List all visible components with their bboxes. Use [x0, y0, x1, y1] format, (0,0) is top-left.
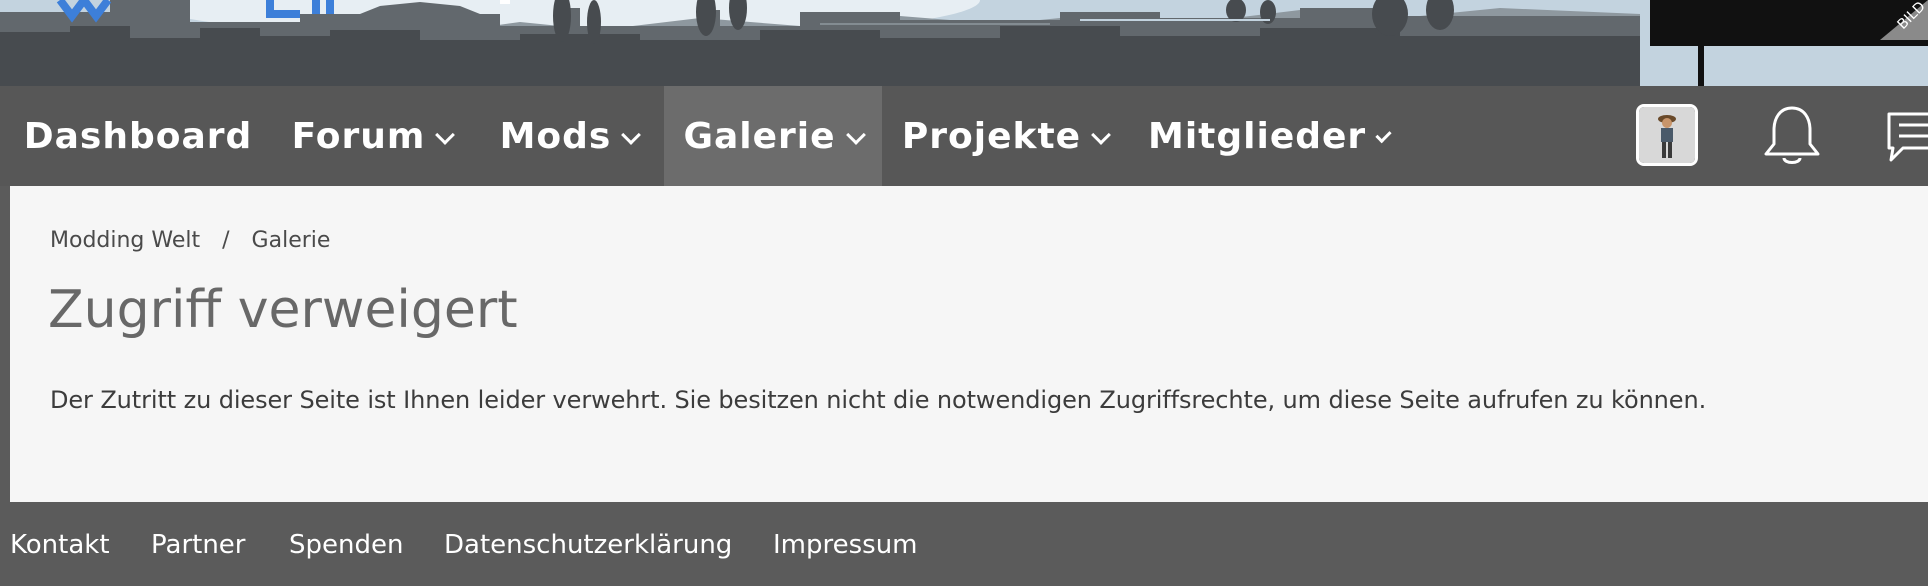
chat-icon [1887, 112, 1928, 162]
breadcrumb-link-home[interactable]: Modding Welt [50, 228, 200, 253]
page-title: Zugriff verweigert [48, 280, 518, 340]
footer-link-partner[interactable]: Partner [151, 530, 246, 560]
footer: Kontakt Partner Spenden Datenschutzerklä… [0, 502, 1928, 586]
notifications-button[interactable] [1762, 104, 1822, 168]
chevron-down-icon [435, 125, 456, 145]
nav-item-projekte[interactable]: Projekte [900, 86, 1111, 186]
nav-item-forum[interactable]: Forum [278, 86, 466, 186]
nav-item-mods[interactable]: Mods [486, 86, 652, 186]
bell-icon [1764, 106, 1820, 164]
nav-item-label: Projekte [901, 115, 1082, 157]
chevron-down-icon [621, 125, 642, 145]
nav-item-label: Dashboard [23, 115, 253, 157]
nav-item-dashboard[interactable]: Dashboard [20, 86, 256, 186]
nav-item-label: Mods [499, 115, 612, 157]
footer-link-kontakt[interactable]: Kontakt [10, 530, 110, 560]
skyline-illustration: BILD [0, 0, 1928, 86]
breadcrumb: Modding Welt / Galerie [50, 228, 330, 253]
footer-link-impressum[interactable]: Impressum [773, 530, 918, 560]
footer-link-spenden[interactable]: Spenden [289, 530, 403, 560]
user-avatar-button[interactable] [1636, 104, 1698, 166]
breadcrumb-link-galerie[interactable]: Galerie [252, 228, 331, 253]
messages-button[interactable] [1885, 108, 1928, 168]
main-nav: Dashboard Forum Mods Galerie Projekte Mi… [0, 86, 1928, 186]
page: BILD Dashboard Forum Mods Galerie Projek… [0, 0, 1928, 586]
chevron-down-icon [1091, 125, 1111, 145]
access-denied-message: Der Zutritt zu dieser Seite ist Ihnen le… [50, 386, 1707, 414]
chevron-down-icon [1375, 126, 1392, 144]
footer-link-datenschutz[interactable]: Datenschutzerklärung [444, 530, 732, 560]
nav-item-label: Forum [291, 115, 426, 157]
breadcrumb-separator: / [222, 228, 230, 253]
content-panel: Modding Welt / Galerie Zugriff verweigert … [10, 186, 1928, 502]
chevron-down-icon [845, 125, 866, 145]
nav-item-galerie[interactable]: Galerie [664, 86, 882, 186]
nav-item-label: Mitglieder [1148, 115, 1367, 157]
nav-item-label: Galerie [683, 115, 836, 157]
header-banner: BILD [0, 0, 1928, 86]
nav-item-mitglieder[interactable]: Mitglieder [1148, 86, 1392, 186]
avatar [1639, 107, 1695, 163]
